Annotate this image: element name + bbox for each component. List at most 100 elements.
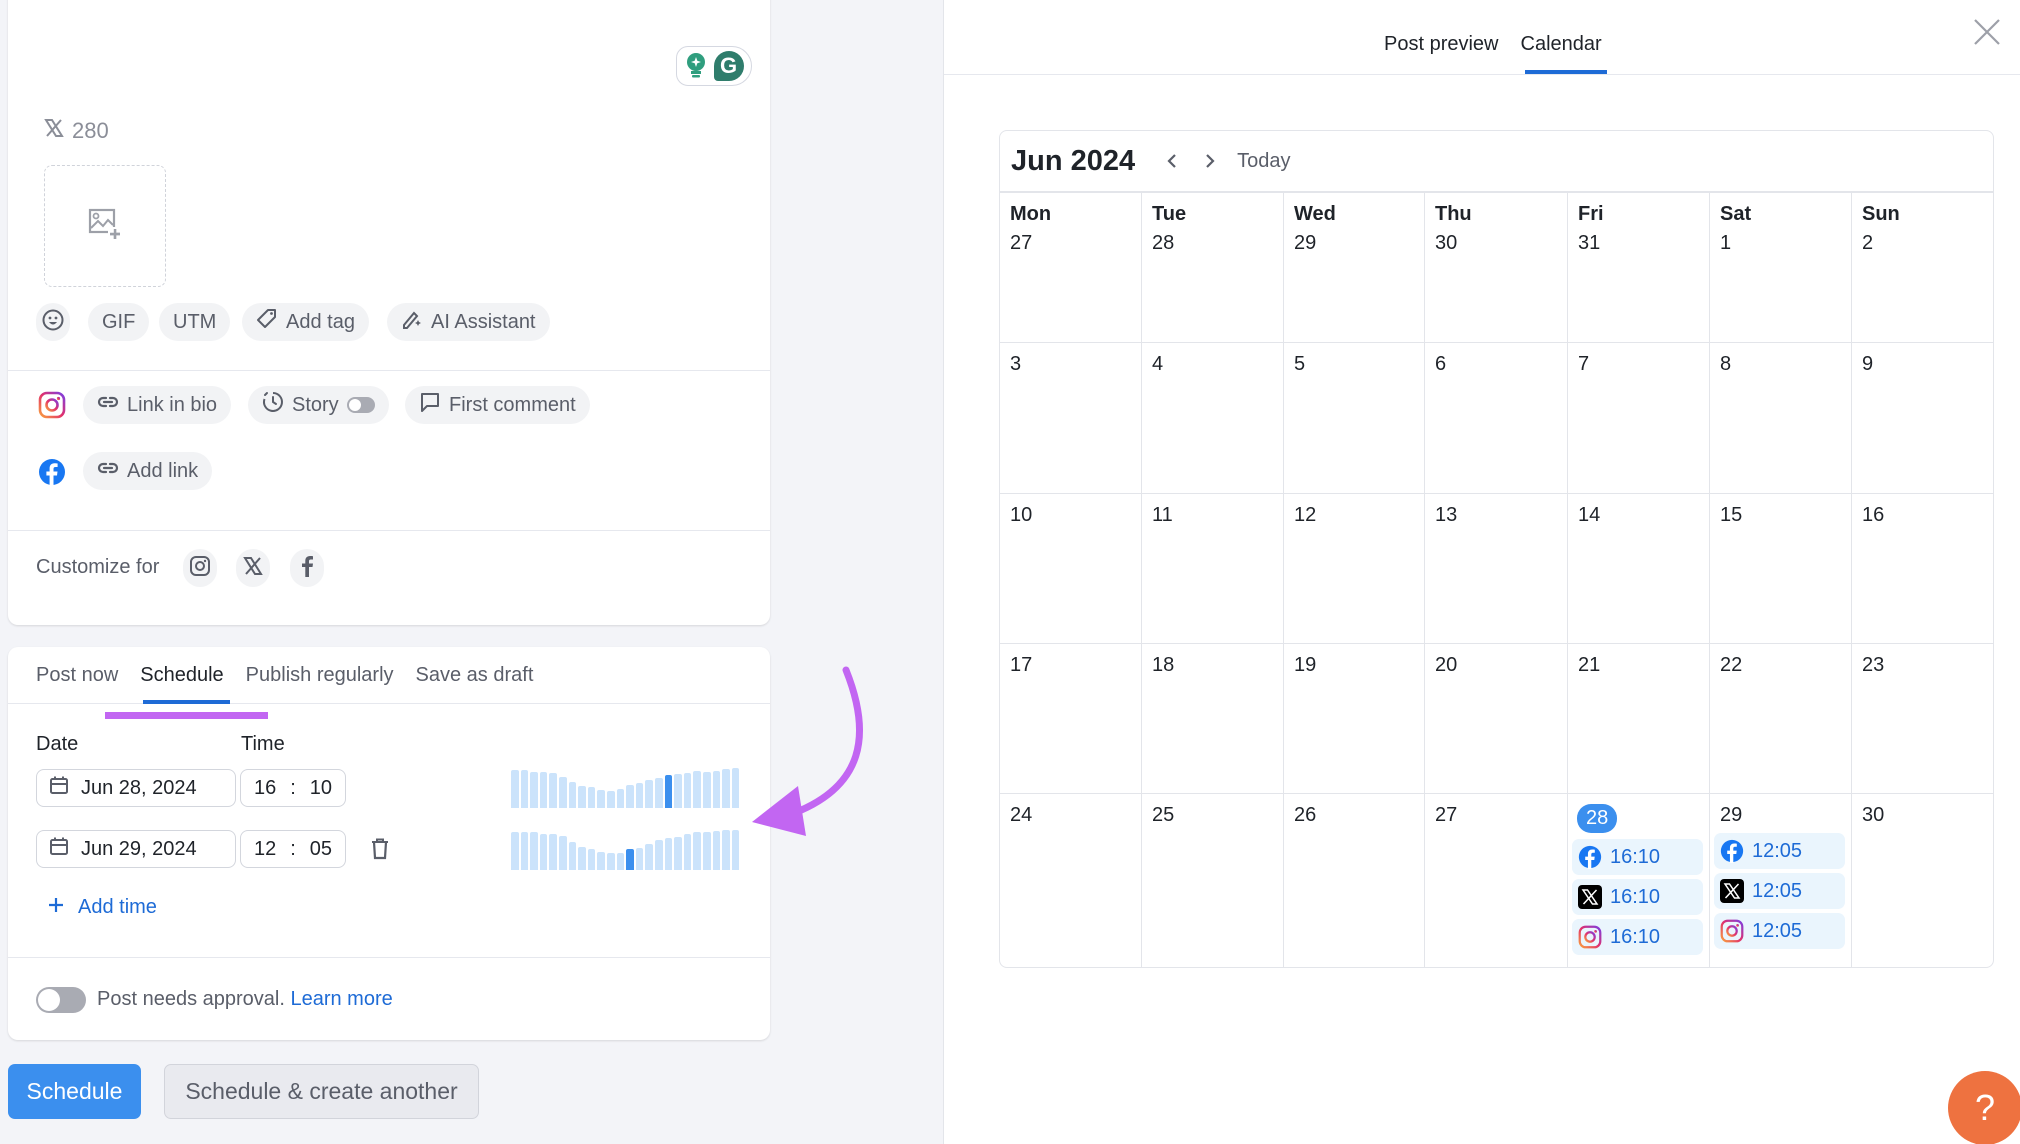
calendar-day-cell[interactable]: Mon 27 [1000,193,1142,343]
calendar-header: Jun 2024 Today [1000,131,1993,193]
prev-month-button[interactable] [1153,142,1191,180]
learn-more-link[interactable]: Learn more [290,988,392,1010]
story-toggle[interactable] [346,397,375,413]
day-number: 11 [1152,504,1173,526]
link-in-bio-button[interactable]: Link in bio [83,386,232,424]
chevron-right-icon [1206,154,1215,168]
utm-button[interactable]: UTM [159,303,231,341]
tab-post-now[interactable]: Post now [36,664,118,687]
calendar-day-cell[interactable]: 8 [1710,343,1852,494]
time-picker[interactable]: 16 : 10 [240,769,346,807]
calendar-day-cell[interactable]: 25 [1142,794,1284,967]
customize-facebook-button[interactable] [290,549,324,587]
calendar-event[interactable]: 12:05 [1714,873,1845,909]
weekday-label: Fri [1578,203,1604,225]
help-button[interactable]: ? [1948,1071,2020,1144]
close-button[interactable] [1969,14,2005,50]
calendar-day-cell[interactable]: 24 [1000,794,1142,967]
lightbulb-icon[interactable] [685,52,707,80]
day-number: 20 [1435,654,1458,676]
calendar-day-cell[interactable]: 28 16:10 16:10 16:10 [1568,794,1710,967]
calendar-day-cell[interactable]: 21 [1568,644,1710,794]
time-picker[interactable]: 12 : 05 [240,830,346,868]
calendar-day-cell[interactable]: 5 [1284,343,1425,494]
approval-toggle[interactable] [36,987,86,1013]
add-time-button[interactable]: Add time [48,896,157,919]
calendar-day-cell[interactable]: 4 [1142,343,1284,494]
calendar-day-cell[interactable]: 15 [1710,494,1852,644]
minute-value[interactable]: 10 [310,777,332,800]
hour-value[interactable]: 16 [254,777,276,800]
calendar-event[interactable]: 16:10 [1572,919,1703,955]
emoji-button[interactable] [36,303,70,341]
first-comment-button[interactable]: First comment [405,386,590,424]
hour-value[interactable]: 12 [254,838,276,861]
date-picker[interactable]: Jun 28, 2024 [36,769,236,807]
calendar-day-cell[interactable]: 20 [1425,644,1568,794]
weekday-label: Sat [1720,203,1752,225]
calendar-day-cell[interactable]: Thu 30 [1425,193,1568,343]
customize-x-button[interactable] [236,549,270,587]
calendar-day-cell[interactable]: Tue 28 [1142,193,1284,343]
calendar-day-cell[interactable]: 30 [1852,794,1993,967]
add-tag-button[interactable]: Add tag [242,303,369,341]
calendar-day-cell[interactable]: 23 [1852,644,1993,794]
calendar-event[interactable]: 12:05 [1714,913,1845,949]
delete-time-button[interactable] [370,838,390,865]
schedule-button[interactable]: Schedule [8,1064,141,1119]
date-picker[interactable]: Jun 29, 2024 [36,830,236,868]
calendar-day-cell[interactable]: 6 [1425,343,1568,494]
calendar-day-cell[interactable]: 22 [1710,644,1852,794]
tab-post-preview[interactable]: Post preview [1384,33,1499,56]
calendar-event[interactable]: 12:05 [1714,833,1845,869]
calendar-day-cell[interactable]: 27 [1425,794,1568,967]
calendar-day-cell[interactable]: Sat 1 [1710,193,1852,343]
calendar-day-cell[interactable]: 10 [1000,494,1142,644]
chevron-left-icon [1167,154,1176,168]
calendar-day-cell[interactable]: Wed 29 [1284,193,1425,343]
calendar-event[interactable]: 16:10 [1572,879,1703,915]
grammarly-widget[interactable]: G [676,46,752,86]
tab-schedule[interactable]: Schedule [140,664,223,687]
date-value: Jun 29, 2024 [81,837,197,860]
day-number: 16 [1862,504,1885,526]
gif-button[interactable]: GIF [88,303,150,341]
add-media-dropzone[interactable] [44,165,166,287]
calendar-day-cell[interactable]: 17 [1000,644,1142,794]
calendar-day-cell[interactable]: 14 [1568,494,1710,644]
activity-bar [539,833,548,870]
calendar-day-cell[interactable]: 16 [1852,494,1993,644]
minute-value[interactable]: 05 [310,838,332,861]
tab-calendar[interactable]: Calendar [1521,33,1602,56]
calendar-day-cell[interactable]: 7 [1568,343,1710,494]
calendar-day-cell[interactable]: 26 [1284,794,1425,967]
calendar-event[interactable]: 16:10 [1572,839,1703,875]
activity-bar [559,777,567,808]
calendar-day-cell[interactable]: 11 [1142,494,1284,644]
calendar-day-cell[interactable]: Sun 2 [1852,193,1993,343]
customize-instagram-button[interactable] [183,549,217,587]
grammarly-icon[interactable]: G [713,51,744,81]
tab-publish-regularly[interactable]: Publish regularly [246,664,394,687]
activity-bar [511,769,519,808]
calendar-day-cell[interactable]: 3 [1000,343,1142,494]
calendar-day-cell[interactable]: 19 [1284,644,1425,794]
calendar-day-cell[interactable]: 18 [1142,644,1284,794]
calendar-icon [49,836,69,862]
calendar-day-cell[interactable]: Fri 31 [1568,193,1710,343]
calendar-day-cell[interactable]: 13 [1425,494,1568,644]
activity-chart [511,830,743,870]
activity-bar [549,834,557,870]
day-number: 10 [1010,504,1033,526]
ai-assistant-button[interactable]: AI Assistant [387,303,550,341]
trash-icon [372,838,388,860]
calendar-day-cell[interactable]: 9 [1852,343,1993,494]
schedule-and-create-another-button[interactable]: Schedule & create another [164,1064,479,1119]
story-toggle-chip[interactable]: Story [248,386,389,424]
calendar-day-cell[interactable]: 29 12:05 12:05 12:05 [1710,794,1852,967]
tab-save-as-draft[interactable]: Save as draft [416,664,534,687]
add-link-button[interactable]: Add link [83,452,213,490]
calendar-day-cell[interactable]: 12 [1284,494,1425,644]
next-month-button[interactable] [1191,142,1229,180]
today-button[interactable]: Today [1237,150,1290,173]
